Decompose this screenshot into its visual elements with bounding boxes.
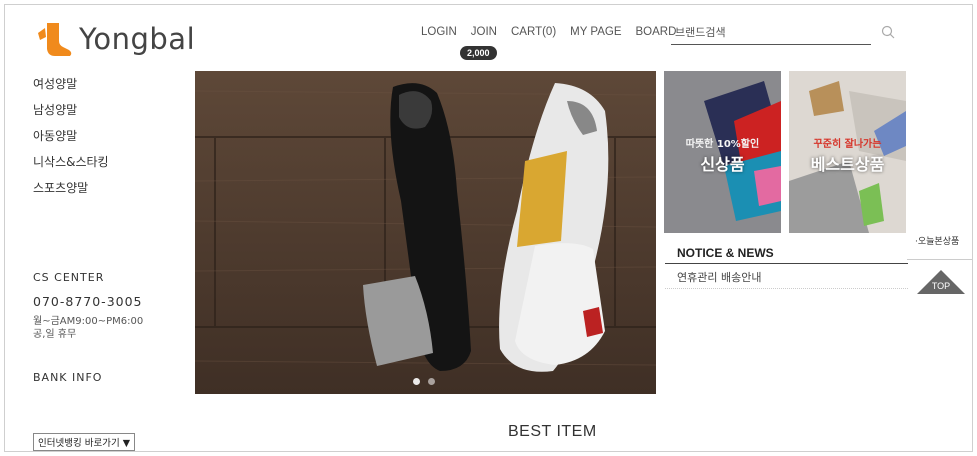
category-men-socks[interactable]: 남성양말: [33, 101, 109, 117]
scroll-top-label: TOP: [931, 281, 951, 291]
search-icon[interactable]: [881, 25, 895, 39]
promo-new-title: 신상품: [700, 155, 745, 174]
promo-best-title: 베스트상품: [810, 155, 885, 174]
carousel-dot-2[interactable]: [428, 378, 435, 385]
brand-name: Yongbal: [79, 22, 196, 56]
promo-best-caption: 꾸준히 잘나가는: [813, 139, 882, 150]
my-page-link[interactable]: MY PAGE: [570, 26, 621, 38]
bank-select[interactable]: 인터넷뱅킹 바로가기 ▼: [33, 433, 136, 451]
cs-title: CS CENTER: [33, 271, 105, 284]
category-menu: 여성양말 남성양말 아동양말 니삭스&스타킹 스포츠양말: [33, 75, 109, 205]
category-women-socks[interactable]: 여성양말: [33, 75, 109, 91]
recently-viewed-link[interactable]: ·오늘본상품: [915, 234, 959, 247]
bank-info-title: BANK INFO: [33, 371, 103, 384]
category-sports-socks[interactable]: 스포츠양말: [33, 179, 109, 195]
search-box: [671, 21, 895, 45]
carousel-dot-1[interactable]: [413, 378, 420, 385]
top-nav: LOGIN JOIN CART(0) MY PAGE BOARD: [421, 26, 676, 38]
notice-item[interactable]: 연휴관리 배송안내: [677, 269, 761, 285]
cs-hours-holiday: 공,일 휴무: [33, 329, 77, 340]
promo-best-products[interactable]: 꾸준히 잘나가는 베스트상품: [789, 71, 906, 233]
search-input[interactable]: [671, 21, 841, 44]
category-knee-socks-stockings[interactable]: 니삭스&스타킹: [33, 153, 109, 169]
best-item-heading: BEST ITEM: [508, 423, 597, 440]
cart-link[interactable]: CART(0): [511, 26, 556, 38]
points-badge: 2,000: [460, 46, 497, 60]
join-link[interactable]: JOIN: [471, 26, 497, 38]
cs-phone: 070-8770-3005: [33, 294, 143, 309]
hero-banner[interactable]: [195, 71, 656, 394]
right-rail-divider: [907, 259, 972, 260]
notice-news-title[interactable]: NOTICE & NEWS: [677, 246, 774, 260]
cs-center: CS CENTER 070-8770-3005 월~금AM9:00~PM6:00…: [33, 271, 143, 341]
carousel-dots: [413, 378, 435, 385]
notice-divider: [665, 263, 908, 264]
category-kids-socks[interactable]: 아동양말: [33, 127, 109, 143]
bank-select-label: 인터넷뱅킹 바로가기: [38, 438, 120, 449]
login-link[interactable]: LOGIN: [421, 26, 457, 38]
cs-hours-weekday: 월~금AM9:00~PM6:00: [33, 316, 144, 327]
scroll-top-button[interactable]: TOP: [917, 270, 965, 294]
notice-item-divider: [665, 288, 908, 289]
promo-new-caption: 따뜻한 10%할인: [685, 139, 760, 150]
promo-new-products[interactable]: 따뜻한 10%할인 신상품: [664, 71, 781, 233]
sock-logo-icon: [38, 23, 72, 56]
hero-image: [195, 71, 656, 394]
dropdown-arrow-icon: ▼: [122, 438, 131, 449]
page-frame: Yongbal LOGIN JOIN CART(0) MY PAGE BOARD…: [4, 4, 973, 452]
brand-logo[interactable]: Yongbal: [35, 19, 195, 59]
cs-hours: 월~금AM9:00~PM6:00 공,일 휴무: [33, 315, 143, 341]
